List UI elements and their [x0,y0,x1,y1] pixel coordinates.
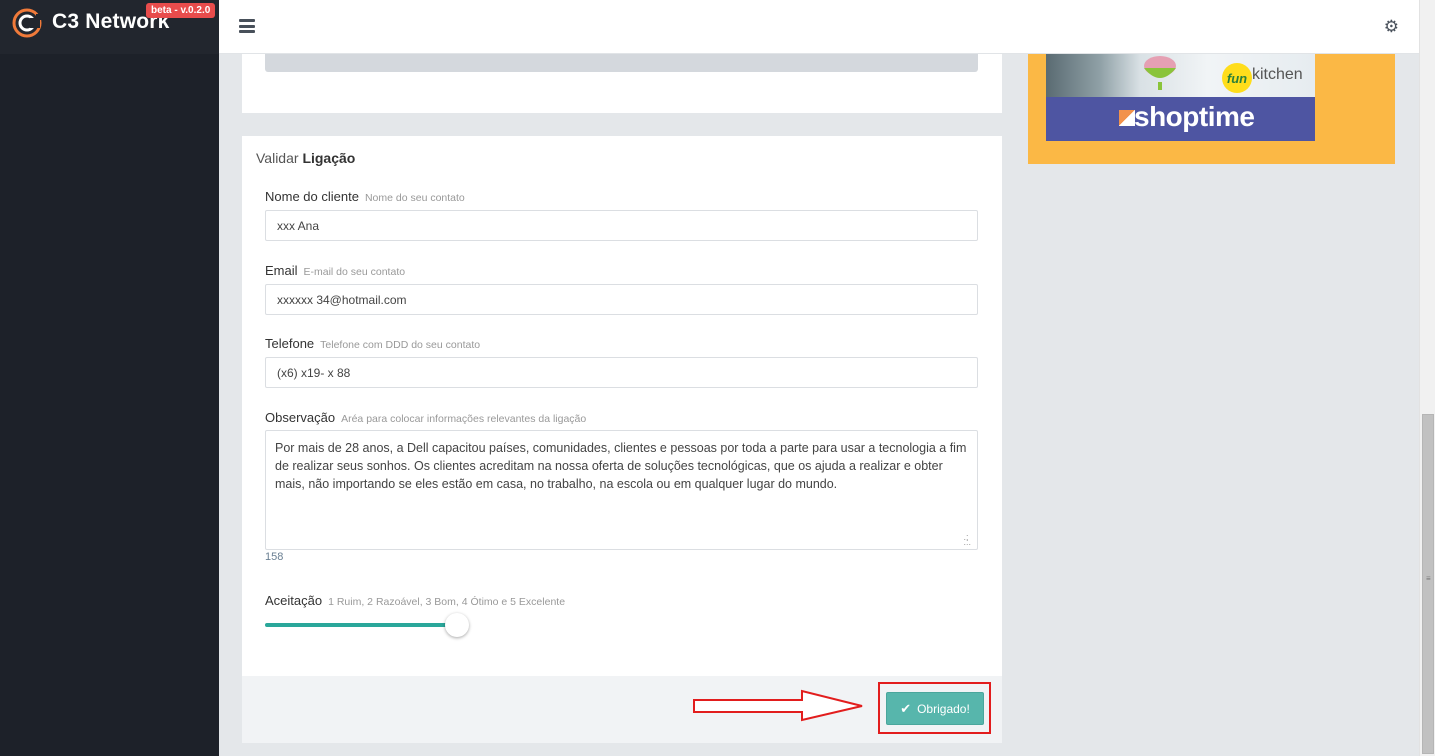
brand[interactable]: C3 Network beta - v.0.2.0 [0,0,219,54]
phone-input[interactable]: (x6) x19- x 88 [265,357,978,388]
name-label: Nome do cliente Nome do seu contato [265,189,465,204]
acceptance-slider-track[interactable] [265,623,457,627]
sidebar: C3 Network beta - v.0.2.0 [0,0,219,756]
gear-icon[interactable]: ⚙ [1384,17,1399,37]
previous-card [242,54,1002,113]
notes-help: Aréa para colocar informações relevantes… [341,413,587,425]
acceptance-slider-thumb[interactable] [445,613,469,637]
hamburger-icon[interactable] [239,19,255,33]
resize-handle-icon[interactable]: .: .:. [963,533,971,547]
validate-call-card: Validar Ligação Nome do cliente Nome do s… [242,136,1002,676]
annotation-arrow-icon [693,689,863,722]
name-input[interactable]: xxx Ana [265,210,978,241]
name-label-text: Nome do cliente [265,189,359,204]
acceptance-help: 1 Ruim, 2 Razoável, 3 Bom, 4 Ótimo e 5 E… [328,596,566,608]
email-help: E-mail do seu contato [303,266,406,278]
version-badge: beta - v.0.2.0 [146,3,216,18]
ad-kitchen-text: kitchen [1252,66,1303,83]
top-header: ⚙ [219,0,1419,54]
notes-label: Observação Aréa para colocar informações … [265,410,586,425]
card-title-prefix: Validar [256,150,299,166]
scrollbar-thumb[interactable]: ≡ [1422,414,1434,754]
phone-help: Telefone com DDD do seu contato [320,339,481,351]
shoptime-logo-icon [1119,110,1135,126]
notes-label-text: Observação [265,410,336,425]
ad-shoptime-bar: shoptime [1046,97,1315,141]
ad-fun-badge: fun [1222,63,1252,93]
page-scrollbar[interactable]: ≡ [1419,0,1435,756]
scroll-grip-icon: ≡ [1426,574,1431,583]
email-label: Email E-mail do seu contato [265,263,405,278]
c3-logo-icon [12,8,42,38]
name-help: Nome do seu contato [364,192,465,204]
ad-banner[interactable]: fun kitchen shoptime [1028,54,1395,164]
check-icon: ✔ [900,700,912,716]
acceptance-label-text: Aceitação [265,593,323,608]
obrigado-button-label: Obrigado! [917,701,970,716]
gray-bar [265,54,978,72]
char-count: 158 [265,551,284,563]
email-label-text: Email [265,263,298,278]
card-title-bold: Ligação [302,150,356,166]
notes-text: Por mais de 28 anos, a Dell capacitou pa… [275,441,967,491]
card-title: Validar Ligação [256,150,355,166]
ad-shoptime-text: shoptime [1134,101,1255,132]
email-input[interactable]: xxxxxx 34@hotmail.com [265,284,978,315]
obrigado-button[interactable]: ✔ Obrigado! [886,692,984,725]
dessert-icon [1144,56,1176,90]
phone-label: Telefone Telefone com DDD do seu contato [265,336,480,351]
notes-textarea[interactable]: Por mais de 28 anos, a Dell capacitou pa… [265,430,978,550]
phone-label-text: Telefone [265,336,315,351]
acceptance-label: Aceitação 1 Ruim, 2 Razoável, 3 Bom, 4 Ót… [265,593,565,608]
